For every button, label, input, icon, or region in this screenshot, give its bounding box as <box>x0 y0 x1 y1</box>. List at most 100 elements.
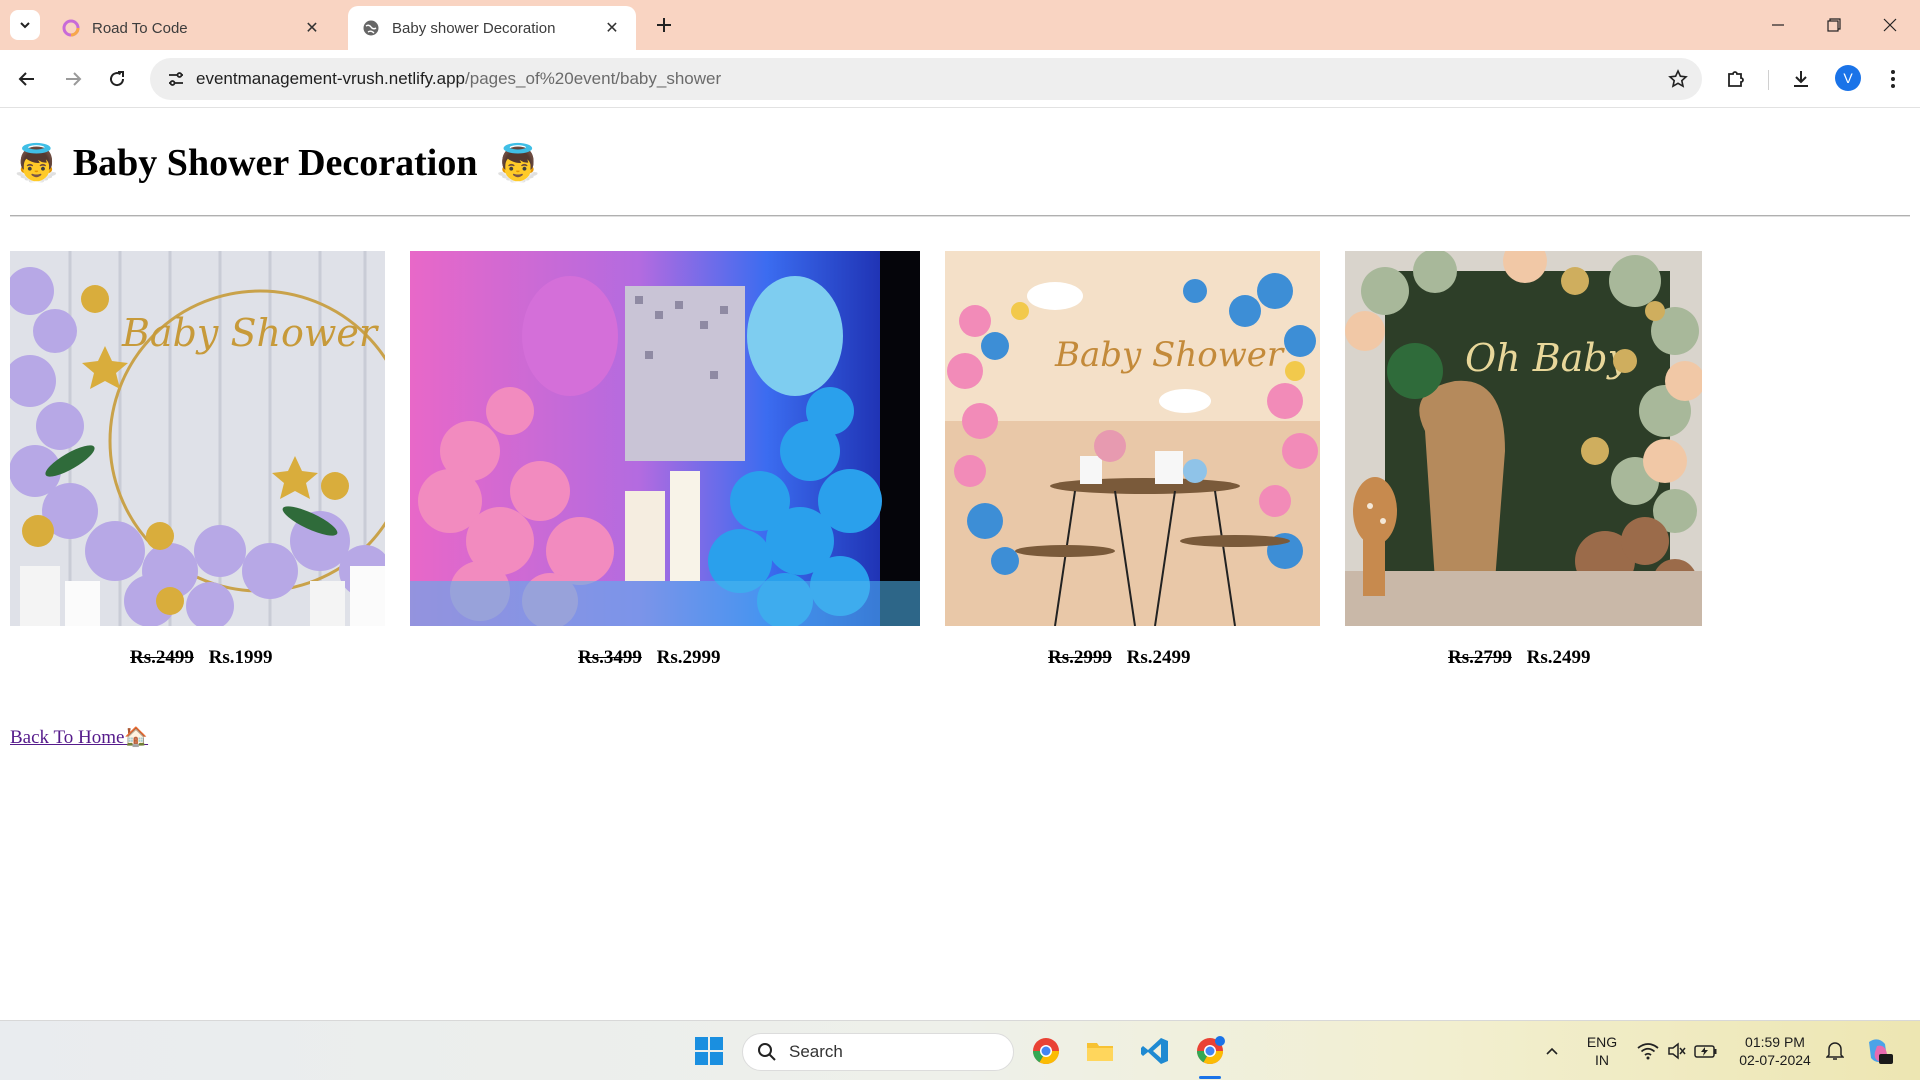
product-image[interactable]: Oh Baby <box>1345 251 1702 626</box>
page-title: 👼 Baby Shower Decoration 👼 <box>14 141 540 185</box>
product-image[interactable]: Baby Shower <box>10 251 385 626</box>
page-title-text: Baby Shower Decoration <box>72 142 478 184</box>
reload-button[interactable] <box>101 63 133 95</box>
product-card[interactable]: Oh Baby Rs.2799 Rs.2499 <box>1345 251 1702 668</box>
profile-avatar[interactable]: V <box>1835 65 1861 91</box>
folder-icon <box>1087 1043 1113 1061</box>
current-price: Rs.1999 <box>208 647 273 668</box>
tab-search-button[interactable] <box>10 10 40 40</box>
battery-charging-icon <box>1694 1045 1717 1058</box>
chevron-up-icon <box>1546 1047 1558 1055</box>
old-price: Rs.2799 <box>1448 647 1512 668</box>
file-explorer-taskbar-button[interactable] <box>1080 1031 1120 1071</box>
bell-icon <box>1826 1042 1844 1060</box>
search-icon <box>758 1043 776 1061</box>
decoration-photo: Baby Shower <box>10 251 385 626</box>
page-content: 👼 Baby Shower Decoration 👼 Baby Shower R… <box>0 109 1920 1020</box>
language-code: ENG <box>1586 1034 1618 1050</box>
price-row: Rs.2799 Rs.2499 <box>1448 647 1591 669</box>
start-button[interactable] <box>689 1031 729 1071</box>
back-to-home-link[interactable]: Back To Home🏠 <box>10 725 148 749</box>
current-price: Rs.2499 <box>1126 647 1191 668</box>
chrome-profile-taskbar-button[interactable] <box>1190 1031 1230 1071</box>
star-icon <box>1668 69 1688 88</box>
svg-text:Oh Baby: Oh Baby <box>1465 336 1630 380</box>
downloads-button[interactable] <box>1785 63 1817 95</box>
divider <box>10 215 1910 217</box>
tab-title: Baby shower Decoration <box>392 19 556 37</box>
clock[interactable]: 01:59 PM 02-07-2024 <box>1728 1033 1822 1069</box>
product-image[interactable]: Baby Shower <box>945 251 1320 626</box>
tab-baby-shower[interactable]: Baby shower Decoration ✕ <box>348 6 636 50</box>
language-indicator[interactable]: ENG IN <box>1582 1033 1622 1069</box>
clock-date: 02-07-2024 <box>1739 1052 1811 1068</box>
close-window-button[interactable] <box>1862 0 1918 50</box>
reload-icon <box>110 71 125 87</box>
restore-icon <box>1827 18 1841 32</box>
close-icon[interactable]: ✕ <box>302 18 322 38</box>
puzzle-icon <box>1728 71 1744 87</box>
product-card[interactable]: Baby Shower Rs.2499 Rs.1999 <box>10 251 385 668</box>
new-tab-button[interactable] <box>650 11 678 39</box>
battery-status[interactable] <box>1686 1031 1726 1071</box>
current-price: Rs.2499 <box>1526 647 1591 668</box>
restore-button[interactable] <box>1806 0 1862 50</box>
plus-icon <box>657 18 671 32</box>
svg-text:Baby Shower: Baby Shower <box>121 311 380 355</box>
chrome-icon <box>1196 1036 1225 1065</box>
search-placeholder: Search <box>789 1042 843 1061</box>
tab-strip: Road To Code ✕ Baby shower Decoration ✕ <box>0 0 1920 50</box>
menu-button[interactable] <box>1877 63 1909 95</box>
bookmark-button[interactable] <box>1666 67 1690 91</box>
address-bar[interactable]: eventmanagement-vrush.netlify.app/pages_… <box>150 58 1702 100</box>
road-to-code-favicon-icon <box>62 19 80 37</box>
show-hidden-icons-button[interactable] <box>1532 1031 1572 1071</box>
taskbar: Search ENG IN 01:59 PM 02-07-2024 <box>0 1020 1920 1080</box>
chevron-down-icon <box>20 22 30 29</box>
angel-baby-icon: 👼 <box>495 143 541 183</box>
tune-icon <box>169 72 183 86</box>
browser-toolbar: eventmanagement-vrush.netlify.app/pages_… <box>0 50 1920 108</box>
tab-title: Road To Code <box>92 19 188 37</box>
svg-text:Baby Shower: Baby Shower <box>1054 335 1285 375</box>
site-info-button[interactable] <box>156 58 196 100</box>
arrow-right-icon <box>66 72 82 86</box>
product-card[interactable]: Baby Shower Rs.2999 Rs.2499 <box>945 251 1320 668</box>
price-row: Rs.3499 Rs.2999 <box>578 647 721 669</box>
close-icon[interactable]: ✕ <box>602 18 622 38</box>
taskbar-search[interactable]: Search <box>742 1033 1014 1071</box>
current-price: Rs.2999 <box>656 647 721 668</box>
globe-icon <box>363 20 379 36</box>
notifications-button[interactable] <box>1815 1031 1855 1071</box>
minimize-button[interactable] <box>1750 0 1806 50</box>
more-vertical-icon <box>1891 70 1895 88</box>
windows-icon <box>695 1037 723 1065</box>
angel-baby-icon: 👼 <box>14 143 59 183</box>
price-row: Rs.2499 Rs.1999 <box>130 647 273 669</box>
price-row: Rs.2999 Rs.2499 <box>1048 647 1191 669</box>
url-text[interactable]: eventmanagement-vrush.netlify.app/pages_… <box>196 69 721 89</box>
chrome-icon <box>1032 1038 1060 1065</box>
decoration-photo: Oh Baby <box>1345 251 1702 626</box>
old-price: Rs.2499 <box>130 647 194 668</box>
active-app-indicator <box>1199 1076 1221 1079</box>
back-button[interactable] <box>11 63 43 95</box>
url-host: eventmanagement-vrush.netlify.app <box>196 69 466 88</box>
clock-time: 01:59 PM <box>1745 1034 1805 1050</box>
copilot-button[interactable] <box>1858 1031 1898 1071</box>
region-code: IN <box>1595 1052 1609 1068</box>
chrome-taskbar-button[interactable] <box>1026 1031 1066 1071</box>
extensions-button[interactable] <box>1720 63 1752 95</box>
product-card[interactable]: Rs.3499 Rs.2999 <box>410 251 920 668</box>
tab-road-to-code[interactable]: Road To Code ✕ <box>48 6 336 50</box>
forward-button[interactable] <box>57 63 89 95</box>
old-price: Rs.2999 <box>1048 647 1112 668</box>
minimize-icon <box>1772 24 1784 26</box>
product-image[interactable] <box>410 251 920 626</box>
download-icon <box>1794 71 1808 87</box>
old-price: Rs.3499 <box>578 647 642 668</box>
arrow-left-icon <box>18 72 34 86</box>
vscode-taskbar-button[interactable] <box>1135 1031 1175 1071</box>
speaker-muted-icon <box>1668 1042 1686 1060</box>
decoration-photo: Baby Shower <box>945 251 1320 626</box>
